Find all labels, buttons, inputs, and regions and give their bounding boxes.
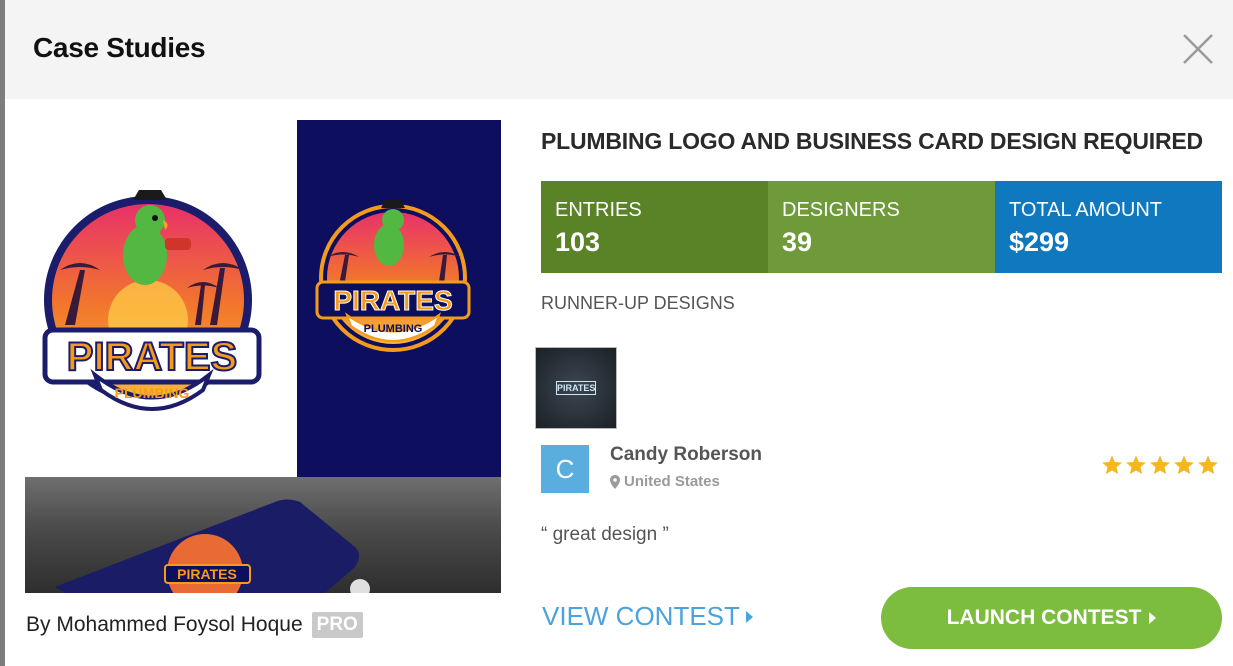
- star-icon: [1102, 455, 1122, 475]
- stat-label: ENTRIES: [555, 199, 642, 221]
- review-quote: “ great design ”: [541, 524, 669, 545]
- svg-text:PIRATES: PIRATES: [177, 566, 237, 582]
- thumbnail-logo: PIRATES: [556, 381, 596, 395]
- case-studies-modal: Case Studies PIRATES PLUMBING PIRATES PL…: [5, 0, 1233, 666]
- caret-right-icon: [745, 610, 753, 623]
- stat-value: 39: [782, 227, 813, 257]
- country-label: United States: [624, 473, 720, 490]
- stat-label: TOTAL AMOUNT: [1009, 199, 1162, 221]
- close-icon: [1183, 34, 1213, 64]
- location-pin-icon: [610, 474, 620, 489]
- contest-title: PLUMBING LOGO AND BUSINESS CARD DESIGN R…: [541, 128, 1203, 154]
- caret-right-icon: [1149, 612, 1157, 624]
- winning-design-image[interactable]: PIRATES PLUMBING PIRATES PLUMBING PIRATE…: [25, 120, 501, 593]
- stat-label: DESIGNERS: [782, 199, 900, 221]
- star-icon: [1126, 455, 1146, 475]
- close-button[interactable]: [1181, 32, 1215, 66]
- view-contest-link[interactable]: VIEW CONTEST: [542, 601, 753, 632]
- stat-value: 103: [555, 227, 601, 257]
- svg-text:PLUMBING: PLUMBING: [115, 385, 190, 401]
- author-prefix: By: [26, 613, 51, 636]
- logo-on-navy: PIRATES PLUMBING: [297, 120, 501, 477]
- star-icon: [1174, 455, 1194, 475]
- modal-header: Case Studies: [5, 0, 1233, 99]
- stat-value: $299: [1009, 227, 1070, 257]
- reviewer-country: United States: [610, 473, 720, 490]
- star-icon: [1150, 455, 1170, 475]
- contest-stats: ENTRIES 103 DESIGNERS 39 TOTAL AMOUNT $2…: [541, 181, 1222, 273]
- author-name: Mohammed Foysol Hoque: [56, 613, 303, 636]
- star-icon: [1198, 455, 1218, 475]
- modal-title: Case Studies: [33, 32, 206, 63]
- stat-entries: ENTRIES 103: [541, 181, 768, 273]
- svg-text:PLUMBING: PLUMBING: [364, 323, 423, 335]
- design-author: By Mohammed Foysol Hoque PRO: [26, 612, 363, 638]
- svg-text:PIRATES: PIRATES: [333, 285, 452, 316]
- reviewer-name: Candy Roberson: [610, 444, 763, 465]
- runner-up-thumbnail[interactable]: PIRATES: [535, 347, 617, 429]
- launch-contest-label: LAUNCH CONTEST: [946, 606, 1142, 629]
- avatar: C: [541, 445, 589, 493]
- business-card-mockup: PIRATES: [25, 477, 501, 593]
- logo-on-white: PIRATES PLUMBING: [25, 120, 297, 477]
- stat-total-amount: TOTAL AMOUNT $299: [995, 181, 1222, 273]
- rating-stars: [1101, 454, 1219, 476]
- view-contest-label: VIEW CONTEST: [542, 601, 740, 631]
- pro-badge: PRO: [311, 612, 363, 638]
- launch-contest-button[interactable]: LAUNCH CONTEST: [881, 587, 1222, 649]
- stat-designers: DESIGNERS 39: [768, 181, 995, 273]
- runner-up-heading: RUNNER-UP DESIGNS: [541, 293, 735, 313]
